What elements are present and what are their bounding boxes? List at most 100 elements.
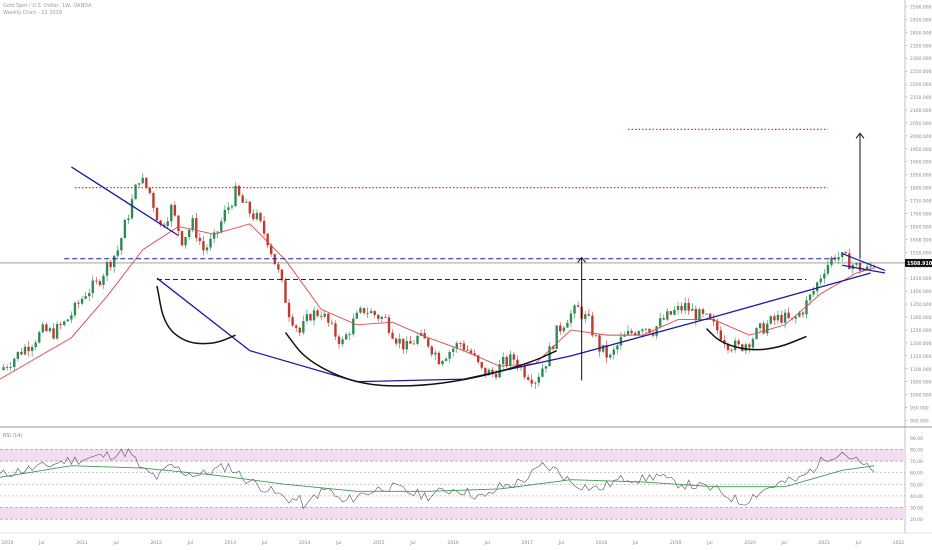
x-tick-label: 2013 — [225, 540, 237, 546]
candle-body — [105, 261, 109, 276]
candle-body — [5, 367, 9, 368]
candle-body — [337, 336, 341, 344]
rsi-band — [0, 449, 905, 462]
candle-body — [48, 328, 52, 332]
candle-body — [355, 312, 359, 319]
x-tick-label: 2012 — [150, 540, 162, 546]
y-tick-label: 900.000 — [910, 419, 929, 425]
chart-title: Gold Spot / U.S. Dollar, 1W, OANDA — [3, 3, 92, 9]
candle-body — [541, 368, 544, 377]
candle-body — [409, 341, 412, 344]
x-tick-label: 2011 — [76, 540, 88, 546]
candle-body — [55, 324, 59, 339]
candle-body — [366, 312, 369, 314]
candle-body — [180, 231, 184, 246]
candle-body — [123, 219, 127, 239]
candle-body — [730, 349, 733, 351]
candle-body — [137, 183, 141, 185]
candle-body — [555, 325, 558, 349]
y-tick-label: 1800.000 — [910, 186, 932, 192]
candle-body — [634, 332, 637, 335]
candle-body — [277, 264, 280, 270]
wedge-lower — [842, 264, 886, 274]
candle-body — [544, 366, 548, 369]
rsi-band — [0, 507, 905, 520]
y-tick-label: 2000.000 — [910, 134, 932, 140]
y-tick-label: 950.000 — [910, 406, 929, 412]
candle-body — [641, 329, 644, 332]
candle-body — [152, 192, 155, 208]
rsi-tick-label: 70.00 — [910, 459, 923, 465]
y-tick-label: 2500.000 — [910, 4, 932, 10]
x-tick-label: 2019 — [670, 540, 682, 546]
moving-average-line — [0, 223, 875, 380]
candle-body — [205, 247, 209, 251]
candle-body — [184, 236, 187, 246]
candle-body — [402, 338, 405, 350]
candle-body — [584, 314, 587, 319]
x-tick-label: Jul — [632, 540, 638, 546]
y-tick-label: 1600.000 — [910, 237, 932, 243]
x-tick-label: 2020 — [744, 540, 756, 546]
x-tick-label: 2014 — [299, 540, 311, 546]
x-tick-label: Jul — [483, 540, 489, 546]
candle-body — [662, 318, 665, 320]
candle-body — [762, 323, 765, 334]
candle-body — [594, 335, 598, 337]
candle-body — [698, 309, 701, 321]
rsi-tick-label: 50.00 — [910, 482, 923, 488]
candle-body — [155, 207, 159, 221]
candle-body — [566, 322, 569, 328]
candle-body — [359, 308, 362, 313]
candle-body — [305, 314, 309, 321]
y-tick-label: 1400.000 — [910, 289, 932, 295]
chart-subtitle: Weekly Chart - 11 2019 — [3, 10, 63, 16]
candle-body — [644, 328, 648, 330]
x-tick-label: Jul — [706, 540, 712, 546]
candle-body — [198, 237, 202, 242]
candle-body — [391, 332, 394, 339]
candle-body — [323, 313, 326, 317]
candle-body — [23, 346, 27, 355]
x-tick-label: Jul — [855, 540, 861, 546]
candle-body — [669, 311, 673, 315]
candle-body — [655, 326, 658, 336]
candle-body — [855, 262, 858, 265]
candle-body — [348, 334, 351, 335]
candle-body — [509, 354, 512, 366]
x-tick-label: Jul — [187, 540, 193, 546]
candle-body — [526, 377, 530, 380]
candle-body — [266, 233, 269, 246]
candle-body — [59, 324, 62, 326]
candle-body — [840, 252, 844, 258]
candle-body — [569, 313, 573, 323]
candle-body — [187, 229, 191, 237]
candle-body — [280, 269, 284, 281]
x-tick-label: 2016 — [447, 540, 459, 546]
candle-body — [598, 335, 601, 352]
candle-body — [362, 308, 366, 313]
y-tick-label: 1650.000 — [910, 224, 932, 230]
left-shoulder-curve — [156, 285, 236, 345]
x-tick-label: Jul — [335, 540, 341, 546]
candle-body — [234, 185, 237, 207]
candle-body — [609, 354, 612, 358]
candle-body — [716, 321, 719, 331]
candle-body — [191, 218, 194, 230]
candle-body — [459, 343, 462, 344]
candle-body — [77, 302, 80, 304]
x-tick-label: Jul — [38, 540, 44, 546]
candle-body — [687, 303, 690, 311]
x-tick-label: Jul — [112, 540, 118, 546]
candle-body — [209, 238, 212, 248]
last-price-label: 1508.910 — [907, 261, 932, 267]
candle-body — [751, 338, 755, 348]
candle-body — [412, 343, 416, 345]
candle-body — [637, 331, 640, 335]
candle-body — [63, 321, 66, 326]
x-tick-label: 2018 — [596, 540, 608, 546]
candle-body — [134, 184, 137, 200]
candle-body — [377, 314, 380, 319]
candle-body — [327, 313, 330, 323]
candle-body — [562, 327, 566, 332]
